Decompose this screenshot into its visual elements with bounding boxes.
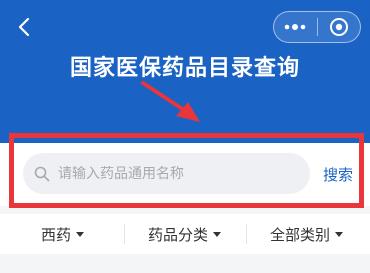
more-dots-icon: [284, 24, 306, 30]
content-area: [0, 254, 370, 273]
filter-drug-category[interactable]: 药品分类: [148, 214, 222, 254]
search-button[interactable]: 搜索: [323, 164, 353, 185]
more-button[interactable]: [274, 12, 317, 42]
miniprogram-capsule: [273, 11, 361, 43]
dropdown-arrow-icon: [76, 231, 85, 237]
search-icon: [34, 166, 50, 181]
page-title: 国家医保药品目录查询: [69, 56, 300, 81]
filter-label: 药品分类: [148, 225, 209, 244]
search-section: 搜索: [0, 143, 370, 206]
filter-label: 全部类别: [270, 225, 331, 244]
search-box[interactable]: [23, 153, 310, 194]
filter-label: 西药: [41, 225, 72, 244]
header-bar: 国家医保药品目录查询: [0, 0, 370, 143]
filter-all-types[interactable]: 全部类别: [270, 214, 344, 254]
dropdown-arrow-icon: [213, 231, 222, 237]
filter-drug-type[interactable]: 西药: [41, 214, 85, 254]
target-circle-icon: [329, 18, 348, 36]
filter-divider: [124, 224, 125, 244]
search-input[interactable]: [58, 165, 288, 182]
chevron-left-icon: [18, 17, 30, 37]
close-button[interactable]: [318, 12, 361, 42]
back-button[interactable]: [12, 14, 36, 40]
dropdown-arrow-icon: [335, 231, 344, 237]
filter-divider: [246, 224, 247, 244]
filter-bar: 西药 药品分类 全部类别: [0, 214, 370, 254]
